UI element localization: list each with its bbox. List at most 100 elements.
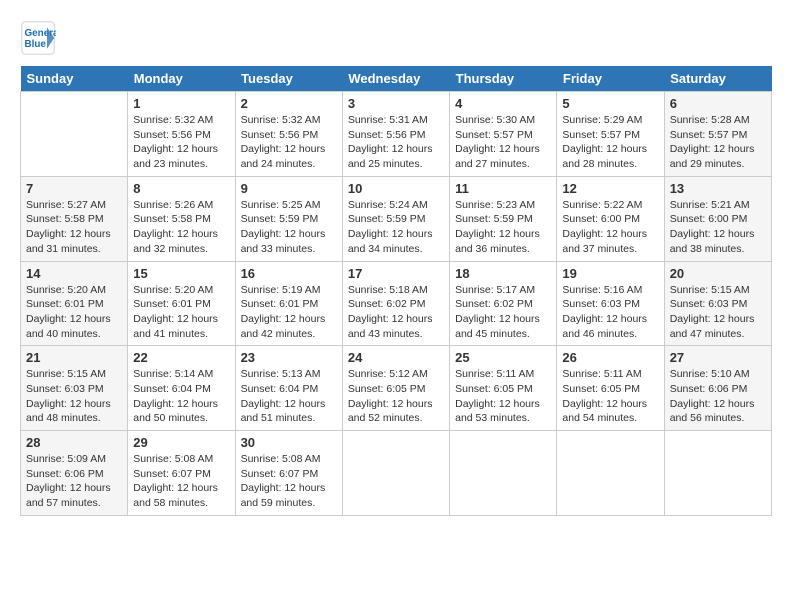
day-info: Sunrise: 5:16 AM Sunset: 6:03 PM Dayligh… <box>562 283 658 342</box>
calendar-cell: 2 Sunrise: 5:32 AM Sunset: 5:56 PM Daylig… <box>235 92 342 177</box>
calendar-cell: 17 Sunrise: 5:18 AM Sunset: 6:02 PM Dayli… <box>342 261 449 346</box>
day-number: 8 <box>133 181 229 196</box>
day-number: 25 <box>455 350 551 365</box>
day-number: 15 <box>133 266 229 281</box>
day-number: 7 <box>26 181 122 196</box>
day-number: 10 <box>348 181 444 196</box>
day-info: Sunrise: 5:09 AM Sunset: 6:06 PM Dayligh… <box>26 452 122 511</box>
calendar-cell: 22 Sunrise: 5:14 AM Sunset: 6:04 PM Dayli… <box>128 346 235 431</box>
day-number: 6 <box>670 96 766 111</box>
day-info: Sunrise: 5:15 AM Sunset: 6:03 PM Dayligh… <box>26 367 122 426</box>
calendar-cell: 12Sunrise: 5:22 AM Sunset: 6:00 PM Dayli… <box>557 176 664 261</box>
day-info: Sunrise: 5:27 AM Sunset: 5:58 PM Dayligh… <box>26 198 122 257</box>
day-info: Sunrise: 5:26 AM Sunset: 5:58 PM Dayligh… <box>133 198 229 257</box>
day-number: 1 <box>133 96 229 111</box>
calendar-cell: 10 Sunrise: 5:24 AM Sunset: 5:59 PM Dayli… <box>342 176 449 261</box>
day-info: Sunrise: 5:32 AM Sunset: 5:56 PM Dayligh… <box>133 113 229 172</box>
logo-icon: General Blue <box>20 20 56 56</box>
calendar-cell: 18Sunrise: 5:17 AM Sunset: 6:02 PM Dayli… <box>450 261 557 346</box>
day-number: 27 <box>670 350 766 365</box>
day-number: 13 <box>670 181 766 196</box>
day-number: 20 <box>670 266 766 281</box>
day-info: Sunrise: 5:18 AM Sunset: 6:02 PM Dayligh… <box>348 283 444 342</box>
calendar-cell <box>450 431 557 516</box>
calendar-week-row: 14Sunrise: 5:20 AM Sunset: 6:01 PM Dayli… <box>21 261 772 346</box>
calendar-cell: 20 Sunrise: 5:15 AM Sunset: 6:03 PM Dayli… <box>664 261 771 346</box>
calendar-cell: 1 Sunrise: 5:32 AM Sunset: 5:56 PM Daylig… <box>128 92 235 177</box>
day-number: 29 <box>133 435 229 450</box>
logo: General Blue <box>20 20 62 56</box>
calendar-cell: 24 Sunrise: 5:12 AM Sunset: 6:05 PM Dayli… <box>342 346 449 431</box>
day-number: 21 <box>26 350 122 365</box>
calendar-cell: 15Sunrise: 5:20 AM Sunset: 6:01 PM Dayli… <box>128 261 235 346</box>
day-number: 22 <box>133 350 229 365</box>
day-number: 9 <box>241 181 337 196</box>
day-info: Sunrise: 5:14 AM Sunset: 6:04 PM Dayligh… <box>133 367 229 426</box>
day-info: Sunrise: 5:31 AM Sunset: 5:56 PM Dayligh… <box>348 113 444 172</box>
calendar-cell: 19 Sunrise: 5:16 AM Sunset: 6:03 PM Dayli… <box>557 261 664 346</box>
day-number: 2 <box>241 96 337 111</box>
calendar-cell <box>342 431 449 516</box>
weekday-header-row: SundayMondayTuesdayWednesdayThursdayFrid… <box>21 66 772 92</box>
calendar-cell: 21 Sunrise: 5:15 AM Sunset: 6:03 PM Dayli… <box>21 346 128 431</box>
day-info: Sunrise: 5:24 AM Sunset: 5:59 PM Dayligh… <box>348 198 444 257</box>
calendar-cell: 9 Sunrise: 5:25 AM Sunset: 5:59 PM Daylig… <box>235 176 342 261</box>
calendar-cell: 29 Sunrise: 5:08 AM Sunset: 6:07 PM Dayli… <box>128 431 235 516</box>
calendar-cell: 8 Sunrise: 5:26 AM Sunset: 5:58 PM Daylig… <box>128 176 235 261</box>
weekday-header-cell: Saturday <box>664 66 771 92</box>
calendar-cell: 30 Sunrise: 5:08 AM Sunset: 6:07 PM Dayli… <box>235 431 342 516</box>
day-info: Sunrise: 5:08 AM Sunset: 6:07 PM Dayligh… <box>241 452 337 511</box>
day-number: 12 <box>562 181 658 196</box>
weekday-header-cell: Thursday <box>450 66 557 92</box>
calendar-cell <box>557 431 664 516</box>
day-info: Sunrise: 5:11 AM Sunset: 6:05 PM Dayligh… <box>455 367 551 426</box>
calendar-cell <box>664 431 771 516</box>
day-info: Sunrise: 5:08 AM Sunset: 6:07 PM Dayligh… <box>133 452 229 511</box>
day-number: 23 <box>241 350 337 365</box>
day-number: 14 <box>26 266 122 281</box>
calendar-body: 1 Sunrise: 5:32 AM Sunset: 5:56 PM Daylig… <box>21 92 772 516</box>
calendar-cell: 26Sunrise: 5:11 AM Sunset: 6:05 PM Dayli… <box>557 346 664 431</box>
day-number: 5 <box>562 96 658 111</box>
day-info: Sunrise: 5:28 AM Sunset: 5:57 PM Dayligh… <box>670 113 766 172</box>
calendar-cell: 23 Sunrise: 5:13 AM Sunset: 6:04 PM Dayli… <box>235 346 342 431</box>
calendar-cell: 4Sunrise: 5:30 AM Sunset: 5:57 PM Daylig… <box>450 92 557 177</box>
calendar-week-row: 21 Sunrise: 5:15 AM Sunset: 6:03 PM Dayli… <box>21 346 772 431</box>
day-number: 16 <box>241 266 337 281</box>
calendar-week-row: 28 Sunrise: 5:09 AM Sunset: 6:06 PM Dayli… <box>21 431 772 516</box>
day-number: 17 <box>348 266 444 281</box>
calendar-cell: 13 Sunrise: 5:21 AM Sunset: 6:00 PM Dayli… <box>664 176 771 261</box>
day-info: Sunrise: 5:17 AM Sunset: 6:02 PM Dayligh… <box>455 283 551 342</box>
calendar-cell: 5 Sunrise: 5:29 AM Sunset: 5:57 PM Daylig… <box>557 92 664 177</box>
day-info: Sunrise: 5:12 AM Sunset: 6:05 PM Dayligh… <box>348 367 444 426</box>
day-number: 3 <box>348 96 444 111</box>
calendar-week-row: 7 Sunrise: 5:27 AM Sunset: 5:58 PM Daylig… <box>21 176 772 261</box>
calendar-cell: 11Sunrise: 5:23 AM Sunset: 5:59 PM Dayli… <box>450 176 557 261</box>
day-info: Sunrise: 5:15 AM Sunset: 6:03 PM Dayligh… <box>670 283 766 342</box>
calendar-cell: 7 Sunrise: 5:27 AM Sunset: 5:58 PM Daylig… <box>21 176 128 261</box>
day-info: Sunrise: 5:32 AM Sunset: 5:56 PM Dayligh… <box>241 113 337 172</box>
day-number: 24 <box>348 350 444 365</box>
calendar-cell <box>21 92 128 177</box>
day-number: 28 <box>26 435 122 450</box>
page-header: General Blue <box>20 20 772 56</box>
day-info: Sunrise: 5:29 AM Sunset: 5:57 PM Dayligh… <box>562 113 658 172</box>
calendar-week-row: 1 Sunrise: 5:32 AM Sunset: 5:56 PM Daylig… <box>21 92 772 177</box>
day-info: Sunrise: 5:23 AM Sunset: 5:59 PM Dayligh… <box>455 198 551 257</box>
day-info: Sunrise: 5:21 AM Sunset: 6:00 PM Dayligh… <box>670 198 766 257</box>
svg-text:Blue: Blue <box>25 39 47 50</box>
weekday-header-cell: Wednesday <box>342 66 449 92</box>
day-info: Sunrise: 5:10 AM Sunset: 6:06 PM Dayligh… <box>670 367 766 426</box>
day-info: Sunrise: 5:19 AM Sunset: 6:01 PM Dayligh… <box>241 283 337 342</box>
day-info: Sunrise: 5:25 AM Sunset: 5:59 PM Dayligh… <box>241 198 337 257</box>
weekday-header-cell: Friday <box>557 66 664 92</box>
day-info: Sunrise: 5:30 AM Sunset: 5:57 PM Dayligh… <box>455 113 551 172</box>
calendar-cell: 25 Sunrise: 5:11 AM Sunset: 6:05 PM Dayli… <box>450 346 557 431</box>
day-info: Sunrise: 5:13 AM Sunset: 6:04 PM Dayligh… <box>241 367 337 426</box>
weekday-header-cell: Tuesday <box>235 66 342 92</box>
day-info: Sunrise: 5:11 AM Sunset: 6:05 PM Dayligh… <box>562 367 658 426</box>
calendar-cell: 3 Sunrise: 5:31 AM Sunset: 5:56 PM Daylig… <box>342 92 449 177</box>
day-number: 19 <box>562 266 658 281</box>
day-number: 30 <box>241 435 337 450</box>
weekday-header-cell: Sunday <box>21 66 128 92</box>
